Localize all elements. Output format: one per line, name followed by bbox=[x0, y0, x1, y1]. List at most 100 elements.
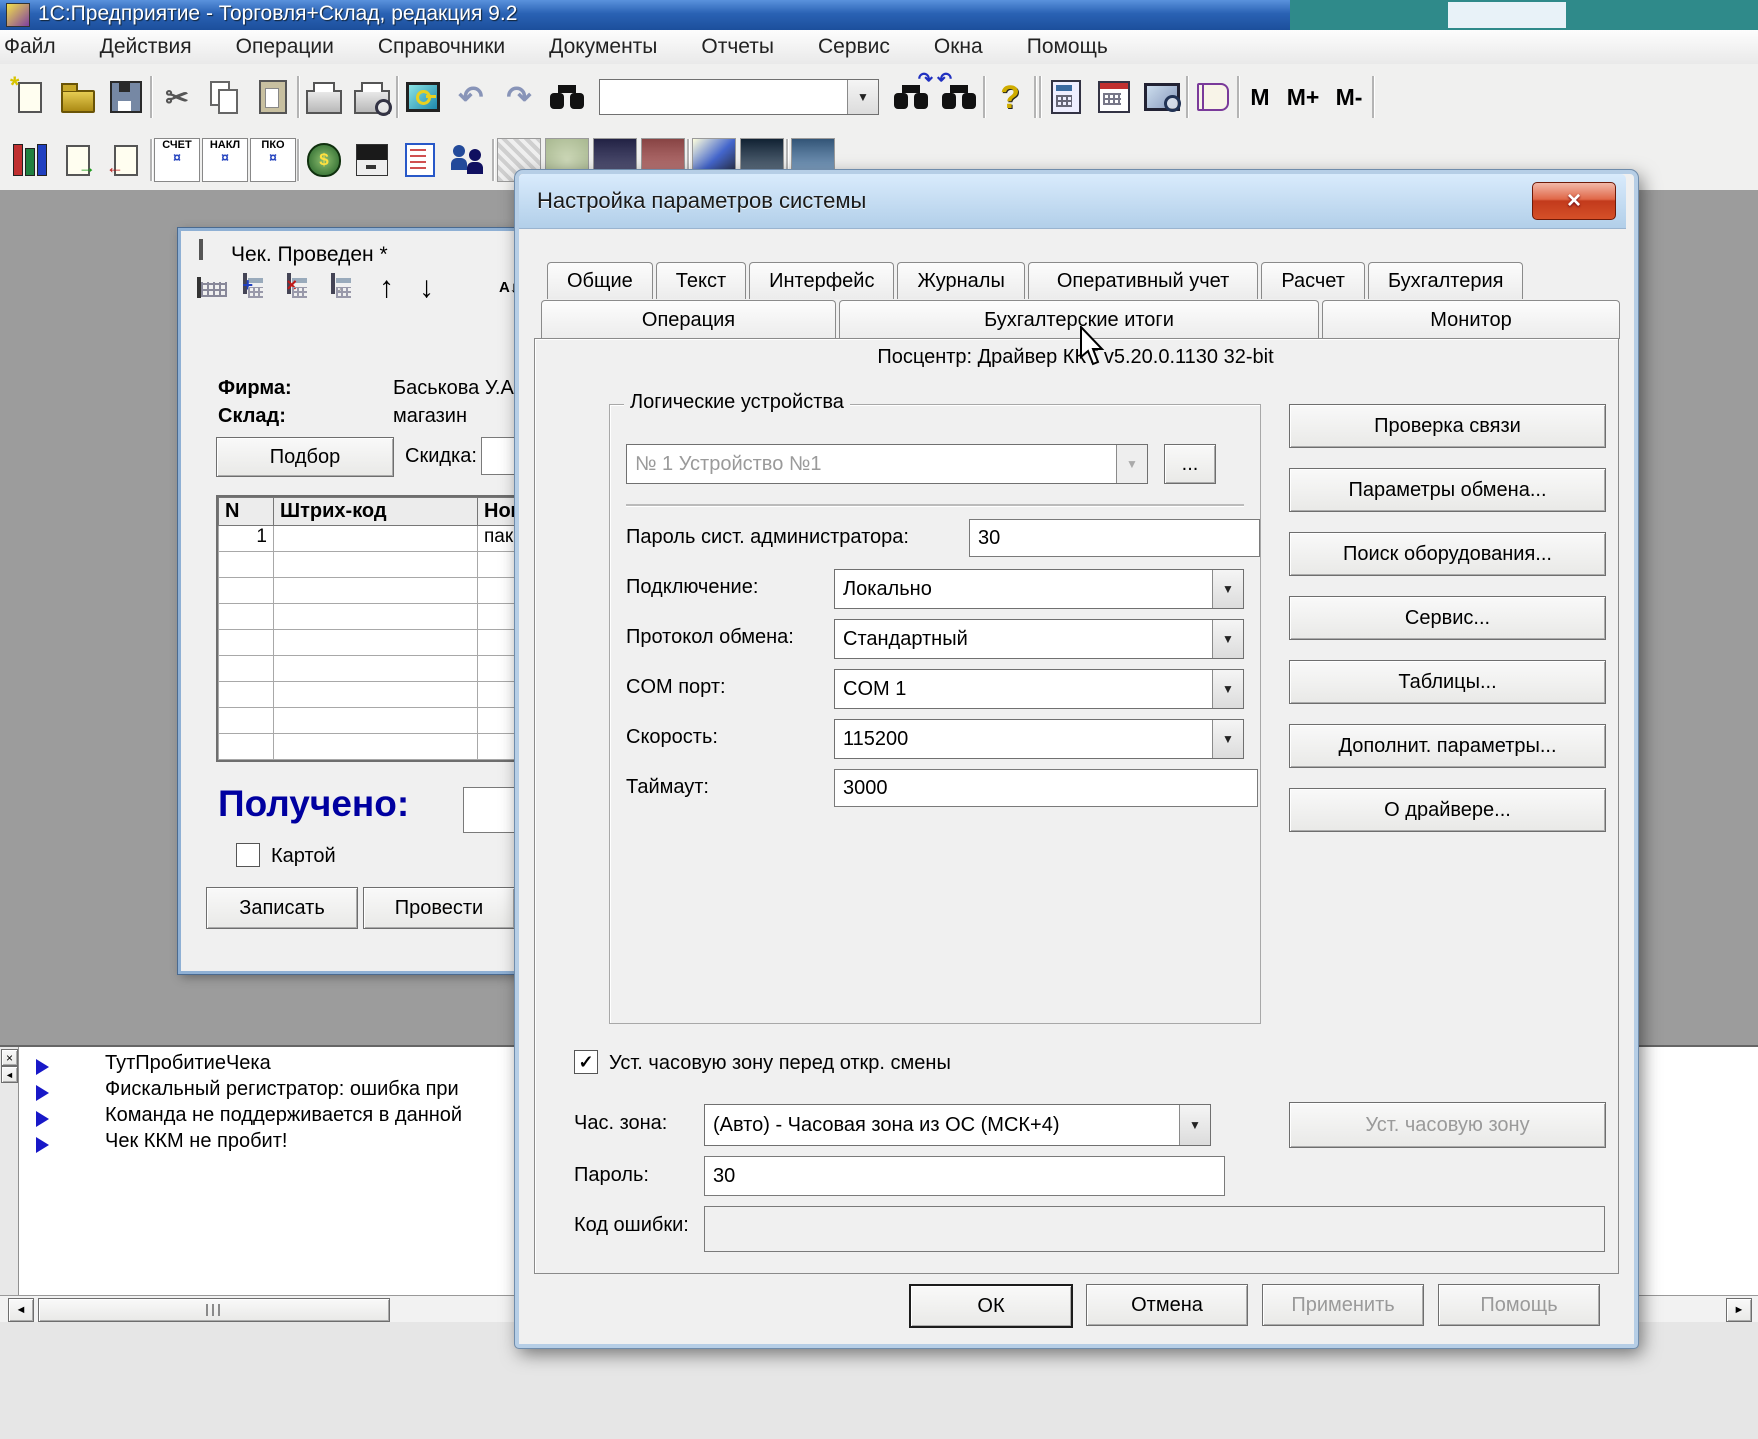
table-row[interactable]: 1 пакет bbox=[218, 526, 558, 552]
new-document-button[interactable]: * bbox=[6, 73, 54, 121]
help-dialog-button[interactable]: Помощь bbox=[1438, 1284, 1600, 1326]
dropdown-arrow-icon[interactable]: ▼ bbox=[1116, 445, 1147, 483]
move-down-button[interactable]: ↓ bbox=[419, 271, 434, 305]
cash-drawer-button[interactable] bbox=[348, 136, 396, 184]
menu-references[interactable]: Справочники bbox=[378, 35, 505, 59]
menu-file[interactable]: Файл bbox=[4, 35, 56, 59]
table-row[interactable] bbox=[218, 578, 558, 604]
table-row[interactable] bbox=[218, 708, 558, 734]
table-row[interactable] bbox=[218, 630, 558, 656]
post-button[interactable]: Провести bbox=[363, 887, 515, 929]
tab-common[interactable]: Общие bbox=[547, 262, 653, 299]
document-out-button[interactable]: ← bbox=[102, 136, 150, 184]
copy-row-button[interactable]: ▫ bbox=[331, 275, 335, 293]
money-button[interactable]: $ bbox=[300, 136, 348, 184]
admin-password-input[interactable]: 30 bbox=[969, 519, 1260, 557]
connection-combobox[interactable]: Локально▼ bbox=[834, 569, 1244, 609]
dialog-titlebar[interactable]: Настройка параметров системы × bbox=[519, 174, 1626, 229]
exchange-params-button[interactable]: Параметры обмена... bbox=[1289, 468, 1606, 512]
users-button[interactable] bbox=[444, 136, 492, 184]
memory-minus-button[interactable]: M- bbox=[1326, 73, 1372, 121]
table-row[interactable] bbox=[218, 552, 558, 578]
nakl-button[interactable]: НАКЛ¤ bbox=[201, 136, 249, 184]
dialog-close-button[interactable]: × bbox=[1532, 182, 1616, 220]
apply-button[interactable]: Применить bbox=[1262, 1284, 1424, 1326]
menu-reports[interactable]: Отчеты bbox=[701, 35, 774, 59]
log-message[interactable]: Чек ККМ не пробит! bbox=[105, 1130, 287, 1153]
print-preview-button[interactable] bbox=[348, 73, 396, 121]
tab-journals[interactable]: Журналы bbox=[897, 262, 1024, 299]
menu-operations[interactable]: Операции bbox=[236, 35, 334, 59]
ok-button[interactable]: ОК bbox=[909, 1284, 1073, 1328]
password-input[interactable]: 30 bbox=[704, 1156, 1225, 1196]
dropdown-arrow-icon[interactable]: ▼ bbox=[1212, 670, 1243, 708]
table-row[interactable] bbox=[218, 656, 558, 682]
dropdown-arrow-icon[interactable]: ▼ bbox=[1212, 620, 1243, 658]
dropdown-arrow-icon[interactable]: ▼ bbox=[1179, 1105, 1210, 1145]
save-record-button[interactable]: Записать bbox=[206, 887, 358, 929]
com-port-combobox[interactable]: COM 1▼ bbox=[834, 669, 1244, 709]
tab-interface[interactable]: Интерфейс bbox=[749, 262, 894, 299]
open-button[interactable] bbox=[54, 73, 102, 121]
paste-button[interactable] bbox=[249, 73, 297, 121]
set-timezone-button[interactable]: Уст. часовую зону bbox=[1289, 1102, 1606, 1148]
search-equipment-button[interactable]: Поиск оборудования... bbox=[1289, 532, 1606, 576]
device-ellipsis-button[interactable]: ... bbox=[1164, 444, 1216, 484]
undo-button[interactable]: ↶ bbox=[447, 73, 495, 121]
cancel-button[interactable]: Отмена bbox=[1086, 1284, 1248, 1326]
timeout-input[interactable]: 3000 bbox=[834, 769, 1258, 807]
tab-operation[interactable]: Операция bbox=[541, 300, 836, 339]
tables-button[interactable]: Таблицы... bbox=[1289, 660, 1606, 704]
additional-params-button[interactable]: Дополнит. параметры... bbox=[1289, 724, 1606, 768]
copy-button[interactable] bbox=[201, 73, 249, 121]
table-row[interactable] bbox=[218, 734, 558, 760]
tab-accounting[interactable]: Бухгалтерия bbox=[1368, 262, 1524, 299]
menu-help[interactable]: Помощь bbox=[1027, 35, 1108, 59]
scroll-left-icon[interactable]: ◄ bbox=[1, 1066, 18, 1083]
table-row[interactable] bbox=[218, 604, 558, 630]
document-in-button[interactable]: → bbox=[54, 136, 102, 184]
delete-row-button[interactable]: × bbox=[287, 275, 291, 293]
log-message[interactable]: ТутПробитиеЧека bbox=[105, 1052, 271, 1075]
add-row-button[interactable]: + bbox=[243, 275, 247, 293]
menu-documents[interactable]: Документы bbox=[549, 35, 657, 59]
log-message[interactable]: Команда не поддерживается в данной bbox=[105, 1104, 462, 1127]
find-button[interactable] bbox=[543, 73, 591, 121]
user-monitor-button[interactable] bbox=[399, 73, 447, 121]
timezone-checkbox[interactable]: ✓ bbox=[574, 1050, 598, 1074]
table-monitor-button[interactable] bbox=[1138, 73, 1186, 121]
table-row[interactable] bbox=[218, 682, 558, 708]
scroll-left-arrow[interactable]: ◄ bbox=[8, 1298, 34, 1322]
podbor-button[interactable]: Подбор bbox=[216, 437, 394, 477]
journals-button[interactable] bbox=[6, 136, 54, 184]
speed-combobox[interactable]: 115200▼ bbox=[834, 719, 1244, 759]
dropdown-arrow-icon[interactable]: ▼ bbox=[1212, 570, 1243, 608]
move-up-button[interactable]: ↑ bbox=[379, 271, 394, 305]
find-prev-button[interactable]: ↶ bbox=[935, 73, 983, 121]
tab-calculation[interactable]: Расчет bbox=[1261, 262, 1365, 299]
scrollbar-thumb[interactable] bbox=[38, 1298, 390, 1322]
scroll-right-arrow[interactable]: ► bbox=[1726, 1298, 1752, 1322]
memory-plus-button[interactable]: M+ bbox=[1280, 73, 1326, 121]
device-combobox[interactable]: № 1 Устройство №1 ▼ bbox=[626, 444, 1148, 484]
check-connection-button[interactable]: Проверка связи bbox=[1289, 404, 1606, 448]
menu-actions[interactable]: Действия bbox=[100, 35, 192, 59]
invoice-button[interactable]: СЧЕТ¤ bbox=[153, 136, 201, 184]
keyboard-button[interactable] bbox=[197, 279, 201, 297]
tab-text[interactable]: Текст bbox=[656, 262, 746, 299]
calendar-button[interactable] bbox=[1090, 73, 1138, 121]
calculator-button[interactable] bbox=[1042, 73, 1090, 121]
tab-monitor[interactable]: Монитор bbox=[1322, 300, 1620, 339]
save-button[interactable] bbox=[102, 73, 150, 121]
report-list-button[interactable] bbox=[396, 136, 444, 184]
card-checkbox[interactable] bbox=[236, 843, 260, 867]
about-driver-button[interactable]: О драйвере... bbox=[1289, 788, 1606, 832]
dropdown-arrow-icon[interactable]: ▼ bbox=[847, 80, 878, 114]
find-next-button[interactable]: ↷ bbox=[887, 73, 935, 121]
search-value[interactable] bbox=[600, 80, 847, 114]
menu-windows[interactable]: Окна bbox=[934, 35, 983, 59]
service-button[interactable]: Сервис... bbox=[1289, 596, 1606, 640]
print-button[interactable] bbox=[300, 73, 348, 121]
timezone-combobox[interactable]: (Авто) - Часовая зона из ОС (МСК+4)▼ bbox=[704, 1104, 1211, 1146]
protocol-combobox[interactable]: Стандартный▼ bbox=[834, 619, 1244, 659]
